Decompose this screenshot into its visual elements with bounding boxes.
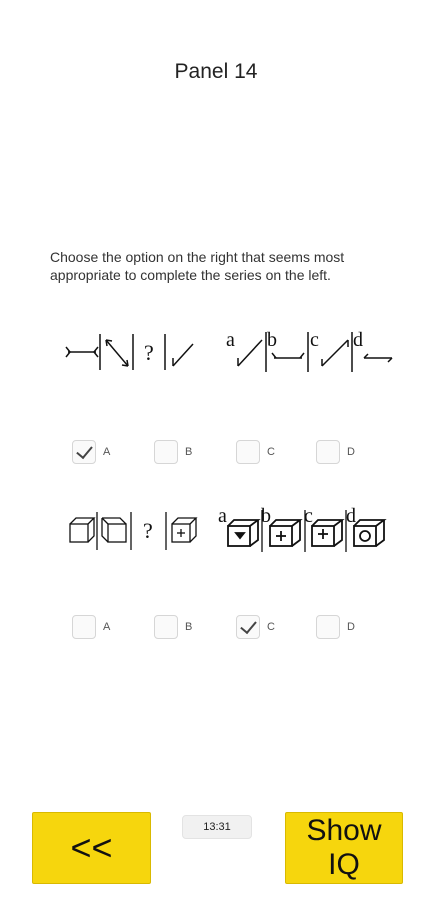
answer-label: B [185,446,193,458]
puzzle-1-letter-c: c [310,329,319,351]
puzzle-2-letter-b: b [261,505,271,527]
puzzle-1: ? a b c d [0,322,432,382]
puzzle-2-option-c [311,519,345,547]
show-iq-label-line2: IQ [328,848,360,881]
puzzle-1-question-mark: ? [144,340,154,365]
answer-label: C [267,446,275,458]
puzzle-1-answer-d[interactable]: D [316,440,355,464]
puzzle-2: ? a b c d [0,500,432,560]
puzzle-2-question-mark: ? [143,518,153,543]
checkbox[interactable] [316,440,340,464]
answer-label: A [103,621,111,633]
back-button[interactable]: << [32,812,151,884]
show-iq-button[interactable]: Show IQ [285,812,403,884]
checkbox[interactable] [316,615,340,639]
page-title: Panel 14 [174,60,258,83]
puzzle-2-answer-b[interactable]: B [154,615,192,639]
puzzle-1-series-item-2 [105,339,129,367]
puzzle-2-letter-c: c [304,505,313,527]
puzzle-2-letter-d: d [346,505,356,527]
puzzle-2-option-a [227,519,261,547]
puzzle-2-answer-a[interactable]: A [72,615,110,639]
puzzle-2-series-item-1 [69,517,96,543]
answer-label: D [347,621,355,633]
puzzle-1-letter-d: d [353,329,363,351]
answer-label: D [347,446,355,458]
puzzle-2-answer-c[interactable]: C [236,615,275,639]
puzzle-1-letter-b: b [267,329,277,351]
puzzle-2-letter-a: a [218,505,227,527]
puzzle-1-figure: ? a b c d [65,329,393,372]
answer-label: A [103,446,111,458]
puzzle-2-series-item-2 [101,517,127,543]
puzzle-2-figure: ? a b c d [69,505,387,552]
puzzle-1-option-a [237,339,263,367]
puzzle-2-option-b [269,519,303,547]
checkbox[interactable] [154,440,178,464]
checkbox[interactable] [236,615,260,639]
puzzle-1-answer-a[interactable]: A [72,440,110,464]
answer-label: B [185,621,193,633]
checkbox[interactable] [72,615,96,639]
puzzle-2-series-item-3 [171,517,198,543]
puzzle-1-answer-row: A B C D [0,440,432,470]
puzzle-2-option-d [353,519,387,547]
checkbox[interactable] [72,440,96,464]
puzzle-1-option-c [321,339,349,367]
puzzle-2-answer-d[interactable]: D [316,615,355,639]
checkbox[interactable] [236,440,260,464]
timer: 13:31 [182,815,252,839]
puzzle-1-option-b [271,352,305,359]
puzzle-1-letter-a: a [226,329,235,351]
instructions-text: Choose the option on the right that seem… [50,249,345,283]
puzzle-1-option-d [363,353,393,363]
checkbox[interactable] [154,615,178,639]
puzzle-1-series-item-1 [65,346,99,358]
puzzle-1-answer-c[interactable]: C [236,440,275,464]
answer-label: C [267,621,275,633]
puzzle-1-answer-b[interactable]: B [154,440,192,464]
show-iq-label-line1: Show [306,814,382,847]
puzzle-1-series-item-3 [172,343,194,367]
puzzle-2-answer-row: A B C D [0,615,432,645]
